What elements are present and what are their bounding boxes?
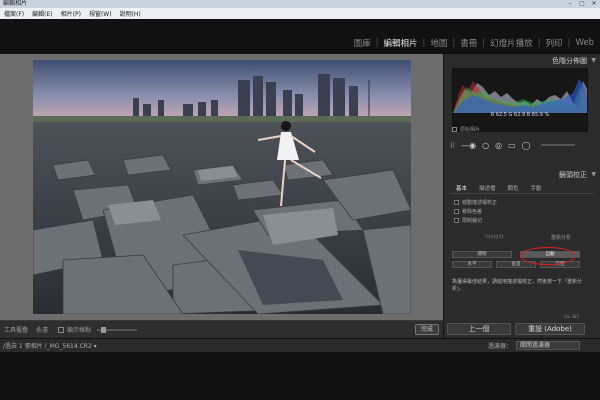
show-original-toggle[interactable]: 原始相片: [452, 126, 480, 133]
graduated-filter-icon[interactable]: ▭: [508, 141, 516, 150]
image-view: [0, 54, 443, 320]
close-button[interactable]: ✕: [588, 0, 600, 8]
upright-level-button[interactable]: 水平: [452, 261, 492, 268]
upright-hint-message: 為獲得最佳結果，請啟用描述檔校正，然後按一下「重新分析」。: [452, 279, 583, 292]
lens-tabs: 基本 描述檔 顏色 手動: [456, 184, 542, 192]
lens-collapse-triangle-icon[interactable]: ▼: [591, 171, 596, 178]
upright-off-button[interactable]: 關閉: [452, 251, 512, 258]
histogram-chart[interactable]: [452, 68, 588, 132]
remove-ca-checkbox[interactable]: [454, 209, 459, 214]
histogram-header[interactable]: 色階分佈圖: [444, 56, 600, 66]
enable-profile-option[interactable]: 啟動描述檔校正: [454, 199, 497, 206]
tab-color[interactable]: 顏色: [508, 184, 519, 192]
show-original-label: 原始相片: [460, 127, 481, 133]
filmstrip: [0, 352, 600, 400]
constrain-crop-checkbox[interactable]: [454, 218, 459, 223]
window-title: 編輯相片: [3, 0, 28, 7]
window-controls: – ▢ ✕: [564, 0, 600, 8]
crop-tool-icon[interactable]: —◉: [461, 141, 476, 150]
show-original-checkbox[interactable]: [452, 127, 457, 132]
menu-edit[interactable]: 編輯(E): [32, 9, 52, 18]
collapse-triangle-icon[interactable]: ▼: [591, 57, 596, 64]
tool-strip: ⁝⁝ —◉ ○ ◎ ▭ ◯: [450, 139, 594, 151]
redeye-icon[interactable]: ◎: [495, 141, 502, 150]
module-web[interactable]: Web: [575, 38, 594, 48]
lens-correction-header[interactable]: 鏡頭校正: [444, 170, 600, 180]
done-button[interactable]: 完成: [415, 324, 439, 335]
menu-window[interactable]: 視窗(W): [89, 9, 112, 18]
previous-button[interactable]: 上一個: [447, 323, 511, 335]
maximize-button[interactable]: ▢: [576, 0, 588, 8]
right-panel: 色階分佈圖 ▼ R 62.5 G 62.9 B 65.9 % 原始相片 ⁝⁝ —…: [443, 54, 600, 338]
lens-divider: [450, 193, 594, 194]
histogram-readout: R 62.5 G 62.9 B 65.9 %: [490, 112, 550, 118]
enable-profile-label: 啟動描述檔校正: [462, 200, 498, 206]
tab-manual[interactable]: 手動: [531, 184, 542, 192]
menu-photo[interactable]: 相片(P): [61, 9, 81, 18]
menu-file[interactable]: 檔案(F): [4, 9, 24, 18]
panel-footer-text: n/a 387: [564, 314, 580, 319]
menu-help[interactable]: 說明(H): [120, 9, 141, 18]
module-picker: 圖庫 | 編輯相片 | 地圖 | 書冊 | 幻燈片播放 | 列印 | Web: [353, 37, 594, 49]
highlight-circle: [520, 247, 576, 265]
tab-basic[interactable]: 基本: [456, 184, 467, 192]
histogram-graphic: [453, 79, 587, 131]
module-book[interactable]: 書冊: [460, 37, 477, 49]
reanalyze-link[interactable]: 重新分析: [551, 234, 571, 241]
histogram-title: 色階分佈圖: [552, 57, 587, 65]
radial-filter-icon[interactable]: ◯: [522, 141, 531, 150]
grid-tool-icon[interactable]: ⁝⁝: [450, 141, 455, 150]
upright-label: Upright: [485, 234, 504, 240]
show-grid-checkbox[interactable]: [58, 326, 65, 333]
slider-thumb[interactable]: [101, 326, 107, 333]
tab-profile[interactable]: 描述檔: [479, 184, 496, 192]
module-slideshow[interactable]: 幻燈片播放: [490, 37, 533, 49]
constrain-crop-label: 限制裁切: [462, 218, 483, 224]
remove-ca-option[interactable]: 移除色差: [454, 208, 482, 215]
minimize-button[interactable]: –: [564, 0, 576, 8]
source-path[interactable]: /過去 1 張相片 /_MG_5614.CR2 ▾: [3, 341, 97, 350]
filter-control: 過濾器： 關閉過濾器: [488, 341, 580, 350]
filter-label: 過濾器：: [487, 343, 512, 350]
module-develop[interactable]: 編輯相片: [384, 37, 418, 49]
photo-illustration: [33, 60, 411, 314]
tool-overlay-label: 工具覆疊: [4, 327, 29, 334]
module-print[interactable]: 列印: [546, 37, 563, 49]
lens-correction-title: 鏡頭校正: [559, 171, 587, 179]
enable-profile-checkbox[interactable]: [454, 200, 459, 205]
spot-removal-icon[interactable]: ○: [482, 141, 489, 150]
module-library[interactable]: 圖庫: [354, 37, 371, 49]
brush-slider[interactable]: [540, 144, 575, 146]
filter-select[interactable]: 關閉過濾器: [516, 341, 580, 350]
remove-ca-label: 移除色差: [462, 209, 483, 215]
reset-button[interactable]: 重設 (Adobe): [515, 323, 585, 335]
window-titlebar: 編輯相片 – ▢ ✕: [0, 0, 600, 8]
photo-preview[interactable]: [33, 60, 411, 314]
module-map[interactable]: 地圖: [430, 37, 447, 49]
grid-size-slider[interactable]: [97, 326, 138, 333]
menu-bar: 檔案(F) 編輯(E) 相片(P) 視窗(W) 說明(H): [0, 8, 600, 19]
filmstrip-bar: /過去 1 張相片 /_MG_5614.CR2 ▾ 過濾器： 關閉過濾器: [0, 338, 600, 352]
constrain-crop-option[interactable]: 限制裁切: [454, 217, 482, 224]
tool-overlay-select[interactable]: 永遠: [36, 325, 48, 334]
show-grid-label: 顯示格點: [67, 327, 92, 334]
develop-toolbar: 工具覆疊 永遠 顯示格點 完成: [0, 320, 443, 338]
